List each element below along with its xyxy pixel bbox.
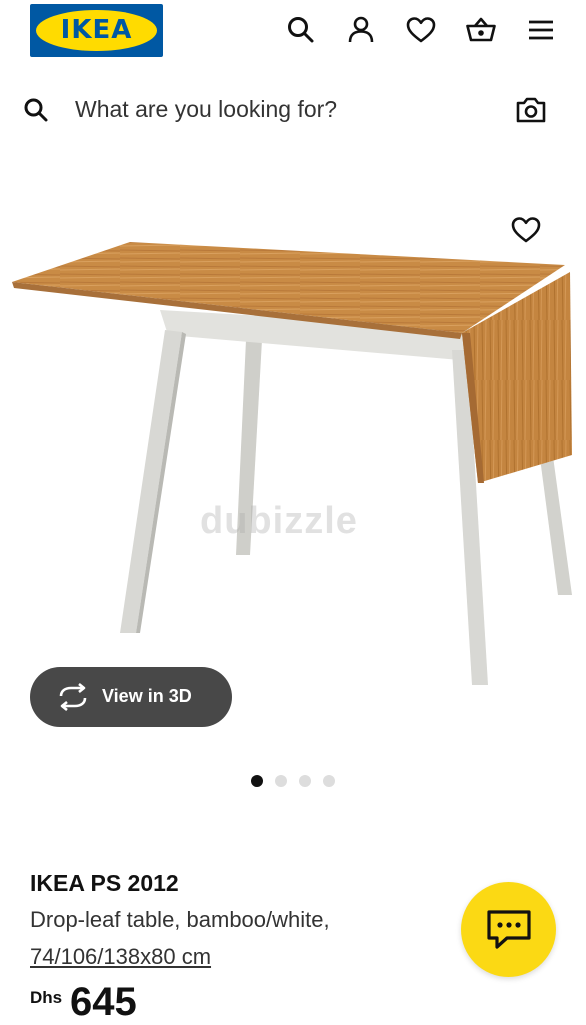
ikea-logo[interactable]: IKEA — [30, 4, 163, 57]
carousel-dot-1[interactable] — [251, 775, 263, 787]
watermark: dubizzle — [200, 500, 358, 542]
top-header: IKEA — [0, 0, 586, 64]
search-icon — [24, 98, 48, 122]
product-name: IKEA PS 2012 — [30, 870, 179, 896]
camera-icon[interactable] — [514, 94, 548, 126]
basket-icon[interactable] — [465, 14, 497, 46]
favorite-heart-icon[interactable] — [510, 214, 542, 246]
rotate-3d-icon — [59, 683, 87, 711]
chat-button[interactable] — [461, 882, 556, 977]
chat-icon — [487, 910, 531, 949]
search-input[interactable]: What are you looking for? — [75, 96, 337, 123]
price-currency: Dhs — [30, 988, 63, 1007]
product-size-link[interactable]: 74/106/138x80 cm — [30, 944, 211, 970]
carousel-dot-3[interactable] — [299, 775, 311, 787]
price-amount: 645 — [70, 980, 137, 1024]
product-description: Drop-leaf table, bamboo/white, — [30, 907, 330, 932]
carousel-dot-4[interactable] — [323, 775, 335, 787]
carousel-dot-2[interactable] — [275, 775, 287, 787]
account-icon[interactable] — [345, 14, 377, 46]
view-in-3d-button[interactable]: View in 3D — [30, 667, 232, 727]
product-image[interactable] — [0, 200, 586, 700]
search-icon[interactable] — [285, 14, 317, 46]
search-bar[interactable]: What are you looking for? — [0, 80, 586, 140]
view-in-3d-label: View in 3D — [102, 686, 192, 706]
logo-text: IKEA — [60, 15, 133, 45]
menu-icon[interactable] — [525, 14, 557, 46]
heart-icon[interactable] — [405, 14, 437, 46]
carousel-dots — [251, 775, 341, 787]
